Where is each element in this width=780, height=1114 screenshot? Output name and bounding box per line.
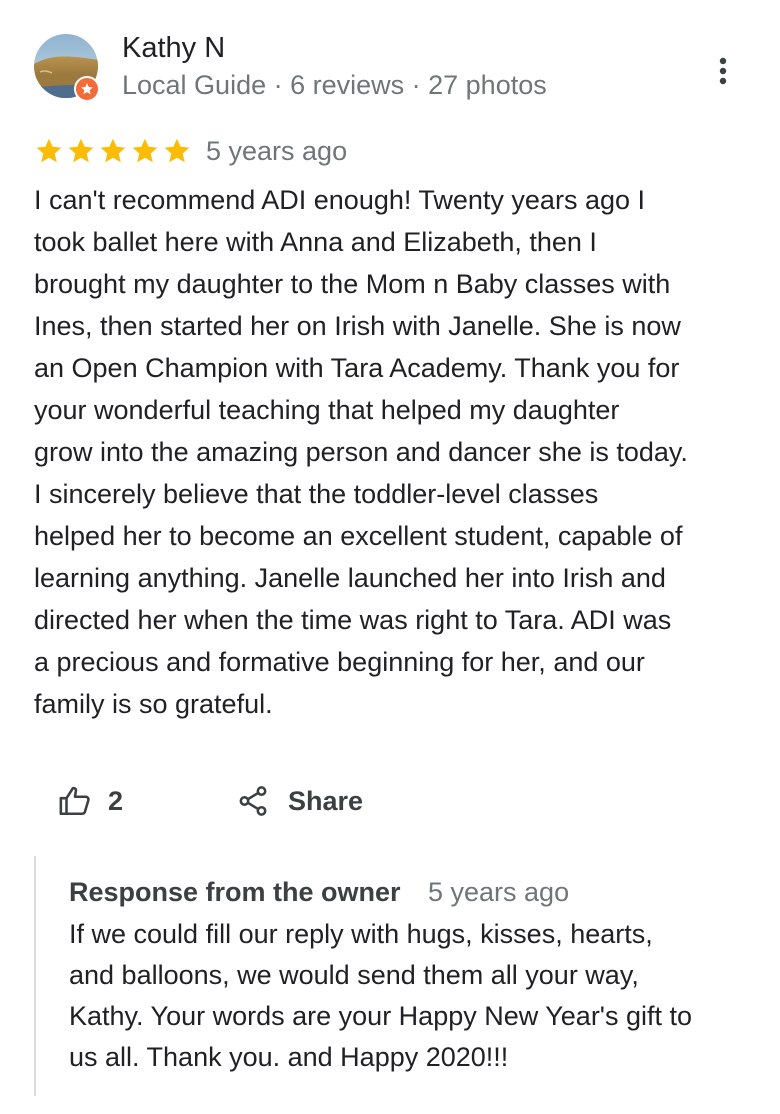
star-icon: [68, 138, 94, 163]
review-date: 5 years ago: [206, 136, 348, 166]
more-options-button[interactable]: [702, 50, 744, 92]
three-dots-vertical-icon: [719, 57, 727, 85]
share-button[interactable]: Share: [236, 780, 363, 822]
share-icon: [239, 786, 267, 816]
reviewer-meta: Local Guide · 6 reviews · 27 photos: [122, 70, 547, 100]
reviewer-name[interactable]: Kathy N: [122, 30, 225, 66]
thumbs-up-icon: [59, 786, 90, 816]
owner-response: Response from the owner 5 years ago If w…: [34, 856, 752, 1096]
owner-response-title: Response from the owner: [69, 877, 401, 907]
owner-response-date: 5 years ago: [428, 877, 570, 907]
star-icon: [164, 138, 190, 163]
review-text-line: family is so grateful.: [34, 689, 273, 719]
avatar[interactable]: [34, 34, 100, 102]
owner-response-line: and balloons, we would send them all you…: [69, 960, 639, 990]
review-text-line: took ballet here with Anna and Elizabeth…: [34, 227, 597, 257]
owner-response-line: Kathy. Your words are your Happy New Yea…: [69, 1001, 693, 1031]
star-icon: [36, 138, 62, 163]
review-card: Kathy N Local Guide · 6 reviews · 27 pho…: [0, 0, 780, 1114]
review-text-line: your wonderful teaching that helped my d…: [34, 395, 620, 425]
like-count: 2: [108, 785, 124, 816]
local-guide-badge: [74, 76, 100, 102]
review-text-line: grow into the amazing person and dancer …: [34, 437, 688, 467]
review-text-line: I can't recommend ADI enough! Twenty yea…: [34, 185, 645, 215]
owner-response-text: If we could fill our reply with hugs, ki…: [69, 914, 749, 1078]
review-text-line: a precious and formative beginning for h…: [34, 647, 645, 677]
review-text-line: an Open Champion with Tara Academy. Than…: [34, 353, 680, 383]
review-text-line: helped her to become an excellent studen…: [34, 521, 683, 551]
share-label: Share: [288, 785, 364, 816]
like-button[interactable]: 2: [58, 780, 123, 822]
review-text-line: learning anything. Janelle launched her …: [34, 563, 666, 593]
local-guide-star-icon: [81, 83, 93, 95]
review-text-line: I sincerely believe that the toddler-lev…: [34, 479, 599, 509]
star-rating: [34, 136, 192, 166]
owner-response-line: us all. Thank you. and Happy 2020!!!: [69, 1042, 509, 1072]
review-text-line: Ines, then started her on Irish with Jan…: [34, 311, 681, 341]
star-icon: [100, 138, 126, 163]
review-text: I can't recommend ADI enough! Twenty yea…: [34, 179, 750, 725]
owner-response-line: If we could fill our reply with hugs, ki…: [69, 919, 653, 949]
star-icon: [132, 138, 158, 163]
review-text-line: directed her when the time was right to …: [34, 605, 672, 635]
review-text-line: brought my daughter to the Mom n Baby cl…: [34, 269, 671, 299]
